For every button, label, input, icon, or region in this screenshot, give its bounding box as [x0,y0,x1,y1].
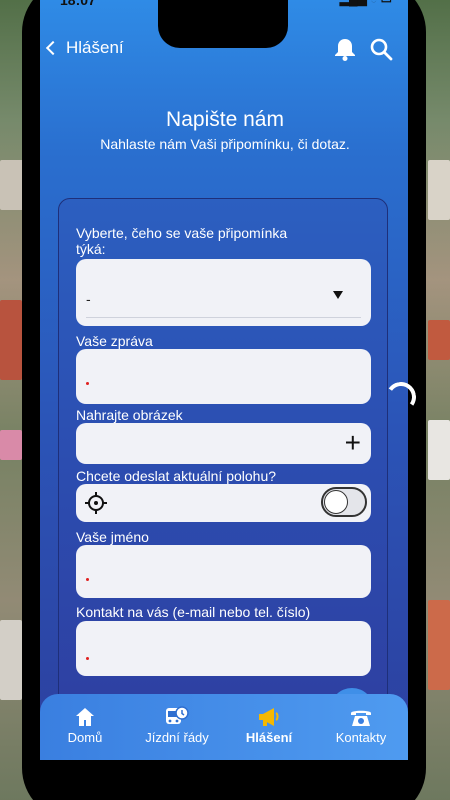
back-label: Hlášení [66,38,124,57]
location-toggle[interactable] [321,487,367,517]
bus-clock-icon [132,704,222,730]
report-form: Vyberte, čeho se vaše připomínka týká: -… [58,198,388,728]
caret-down-icon [333,291,343,299]
image-label: Nahrajte obrázek [76,407,183,423]
contact-field[interactable] [76,621,371,676]
required-dot [86,657,89,660]
status-icons: ▂▄▆ ◔ ▭ [340,0,392,6]
crosshair-icon [84,491,108,520]
back-button[interactable]: Hlášení [45,38,124,58]
page-heading: Napište nám Nahlaste nám Vaši připomínku… [0,108,450,152]
bell-icon[interactable] [332,36,358,62]
location-row [76,484,371,522]
topic-label: Vyberte, čeho se vaše připomínka týká: [76,225,288,257]
page-title: Napište nám [166,108,284,131]
topic-select[interactable]: - [76,259,371,326]
tab-label: Jízdní řády [145,730,209,745]
toggle-knob [324,490,348,514]
search-icon[interactable] [368,36,394,62]
status-time: 18:07 [60,0,96,8]
tab-label: Kontakty [335,730,387,745]
name-label: Vaše jméno [76,529,149,545]
plus-icon[interactable]: + [345,429,361,457]
status-bar: 18:07 ▂▄▆ ◔ ▭ [58,0,398,12]
select-underline [86,317,361,318]
required-dot [86,578,89,581]
location-label: Chcete odeslat aktuální polohu? [76,468,277,484]
tab-reports[interactable]: Hlášení [224,704,314,745]
tab-timetables[interactable]: Jízdní řády [132,704,222,745]
tab-bar: Domů Jízdní řády Hlášení Kontakty [40,694,408,760]
required-dot [86,382,89,385]
message-label: Vaše zpráva [76,333,153,349]
image-upload-field[interactable]: + [76,423,371,464]
phone-icon [316,704,406,730]
home-icon [40,704,130,730]
name-field[interactable] [76,545,371,598]
megaphone-icon [224,704,314,730]
contact-label: Kontakt na vás (e-mail nebo tel. číslo) [76,604,311,620]
tab-label: Hlášení [245,730,293,745]
tab-label: Domů [67,730,103,745]
page-subtitle: Nahlaste nám Vaši připomínku, či dotaz. [100,136,350,152]
topic-select-value: - [86,291,91,307]
tab-home[interactable]: Domů [40,704,130,745]
message-field[interactable] [76,349,371,404]
tab-contacts[interactable]: Kontakty [316,704,406,745]
chevron-left-icon [45,40,61,56]
